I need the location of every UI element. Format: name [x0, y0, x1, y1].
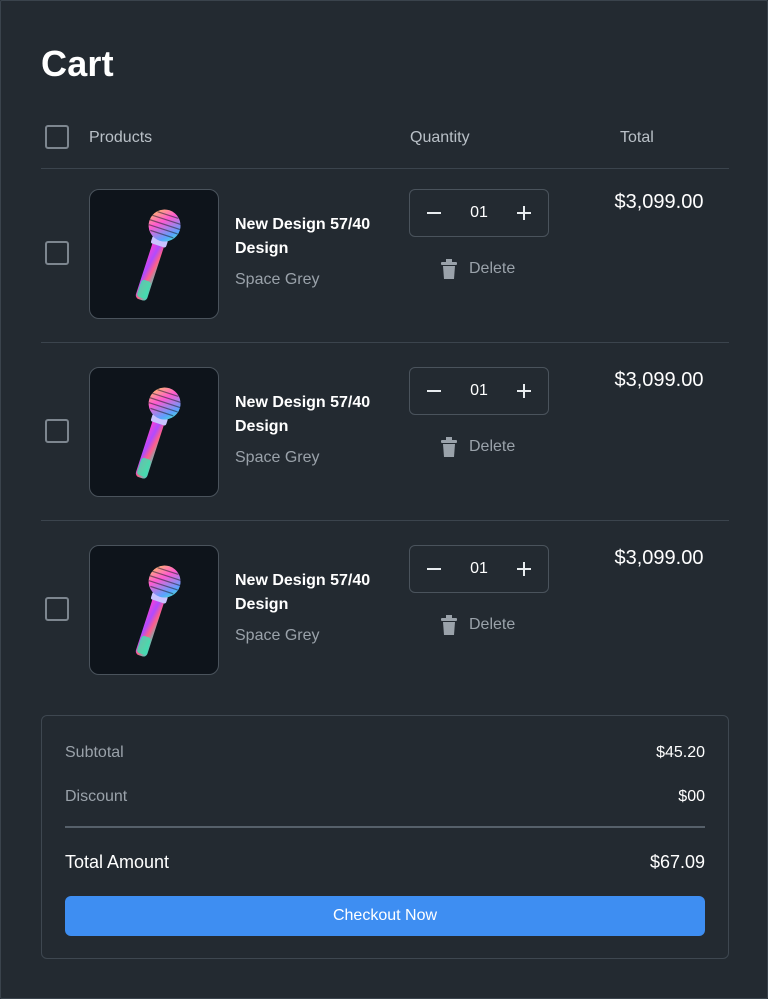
product-image	[89, 545, 219, 675]
header-quantity: Quantity	[410, 129, 470, 146]
plus-icon	[517, 206, 531, 220]
microphone-icon	[135, 387, 181, 479]
quantity-stepper	[409, 545, 549, 593]
item-price: $3,099.00	[614, 547, 704, 569]
product-name: New Design 57/40 Design	[235, 572, 371, 613]
item-price: $3,099.00	[614, 369, 704, 391]
item-price: $3,099.00	[614, 191, 704, 213]
select-all-checkbox[interactable]	[45, 125, 69, 149]
plus-icon	[517, 562, 531, 576]
discount-label: Discount	[65, 788, 128, 805]
subtotal-label: Subtotal	[65, 744, 124, 761]
plus-icon	[517, 384, 531, 398]
quantity-input[interactable]	[454, 190, 504, 236]
checkout-button[interactable]: Checkout Now	[65, 896, 705, 936]
total-amount-value: $67.09	[649, 852, 705, 872]
product-image	[89, 367, 219, 497]
summary-divider	[65, 826, 705, 828]
increase-quantity-button[interactable]	[502, 546, 546, 592]
decrease-quantity-button[interactable]	[412, 190, 456, 236]
quantity-stepper	[409, 367, 549, 415]
subtotal-value: $45.20	[656, 744, 705, 761]
product-variant: Space Grey	[235, 271, 320, 288]
cart-item: New Design 57/40 Design Space Grey Delet…	[41, 169, 729, 343]
quantity-stepper	[409, 189, 549, 237]
increase-quantity-button[interactable]	[502, 190, 546, 236]
item-checkbox[interactable]	[45, 597, 69, 621]
trash-icon	[441, 615, 457, 635]
trash-icon	[441, 259, 457, 279]
product-variant: Space Grey	[235, 449, 320, 466]
product-variant: Space Grey	[235, 627, 320, 644]
quantity-input[interactable]	[454, 546, 504, 592]
item-checkbox[interactable]	[45, 419, 69, 443]
microphone-icon	[135, 565, 181, 657]
decrease-quantity-button[interactable]	[412, 368, 456, 414]
minus-icon	[427, 568, 441, 570]
minus-icon	[427, 212, 441, 214]
total-amount-label: Total Amount	[65, 852, 170, 872]
header-products: Products	[89, 129, 153, 146]
product-image	[89, 189, 219, 319]
delete-label: Delete	[469, 438, 516, 455]
page-title: Cart	[41, 43, 114, 84]
increase-quantity-button[interactable]	[502, 368, 546, 414]
delete-label: Delete	[469, 260, 516, 277]
delete-button[interactable]: Delete	[441, 257, 515, 281]
product-name: New Design 57/40 Design	[235, 216, 371, 257]
cart-item: New Design 57/40 Design Space Grey Delet…	[41, 347, 729, 521]
header-total: Total	[620, 129, 654, 146]
item-checkbox[interactable]	[45, 241, 69, 265]
cart-panel: Cart Products Quantity Total New Design …	[0, 0, 768, 999]
minus-icon	[427, 390, 441, 392]
cart-item: New Design 57/40 Design Space Grey Delet…	[41, 525, 729, 699]
delete-button[interactable]: Delete	[441, 613, 515, 637]
discount-value: $00	[678, 788, 705, 805]
product-name: New Design 57/40 Design	[235, 394, 371, 435]
microphone-icon	[135, 209, 181, 301]
delete-label: Delete	[469, 616, 516, 633]
order-summary: Subtotal $45.20 Discount $00 Total Amoun…	[41, 715, 729, 959]
trash-icon	[441, 437, 457, 457]
delete-button[interactable]: Delete	[441, 435, 515, 459]
cart-table-header: Products Quantity Total	[41, 119, 729, 169]
decrease-quantity-button[interactable]	[412, 546, 456, 592]
quantity-input[interactable]	[454, 368, 504, 414]
